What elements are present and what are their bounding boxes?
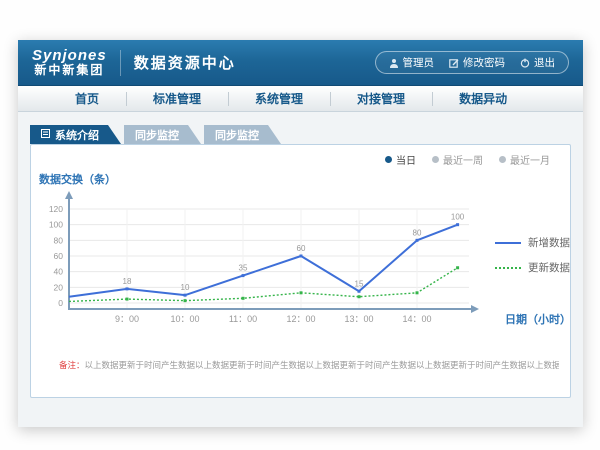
radio-last-week-label: 最近一周 xyxy=(443,152,483,167)
radio-dot-icon xyxy=(432,156,439,163)
logout-button[interactable]: 退出 xyxy=(520,55,555,70)
svg-text:0: 0 xyxy=(58,298,63,308)
svg-text:18: 18 xyxy=(123,277,132,286)
svg-text:11：00: 11：00 xyxy=(229,314,257,324)
radio-last-week[interactable]: 最近一周 xyxy=(432,152,483,167)
user-button-label: 管理员 xyxy=(403,55,435,70)
logo-text-en: Synjones xyxy=(32,48,107,65)
svg-text:100: 100 xyxy=(49,220,63,230)
power-icon xyxy=(520,58,530,68)
footnote: 备注：以上数据更新于时间产生数据以上数据更新于时间产生数据以上数据更新于时间产生… xyxy=(59,359,559,371)
tab-sync-monitor-2[interactable]: 同步监控 xyxy=(204,125,281,144)
svg-text:60: 60 xyxy=(54,251,64,261)
radio-last-month[interactable]: 最近一月 xyxy=(499,152,550,167)
document-icon xyxy=(41,129,50,141)
nav-item-system-mgmt[interactable]: 系统管理 xyxy=(228,86,330,112)
y-axis-label: 数据交换（条） xyxy=(39,171,116,187)
tab-bar: 系统介绍 同步监控 同步监控 xyxy=(30,125,583,144)
tab-label: 同步监控 xyxy=(135,127,179,143)
tab-label: 系统介绍 xyxy=(55,127,99,143)
legend-line-solid-icon xyxy=(495,242,521,244)
user-button[interactable]: 管理员 xyxy=(389,55,435,70)
app-title: 数据资源中心 xyxy=(134,52,236,73)
svg-text:12：00: 12：00 xyxy=(286,314,315,324)
main-nav: 首页 标准管理 系统管理 对接管理 数据异动 xyxy=(18,86,583,112)
user-menu: 管理员 修改密码 退出 xyxy=(375,51,570,74)
footnote-prefix: 备注： xyxy=(59,360,85,370)
page: Synjones 新中新集团 数据资源中心 管理员 修改密码 退出 xyxy=(0,0,600,450)
radio-today[interactable]: 当日 xyxy=(385,152,416,167)
svg-text:40: 40 xyxy=(54,267,64,277)
header-divider xyxy=(120,50,121,76)
radio-today-label: 当日 xyxy=(396,152,416,167)
user-icon xyxy=(389,58,399,68)
edit-icon xyxy=(449,58,459,68)
svg-text:80: 80 xyxy=(413,228,422,237)
tab-system-intro[interactable]: 系统介绍 xyxy=(30,125,121,144)
svg-text:100: 100 xyxy=(451,213,465,222)
logo[interactable]: Synjones 新中新集团 xyxy=(32,48,107,78)
app-header: Synjones 新中新集团 数据资源中心 管理员 修改密码 退出 xyxy=(18,40,583,86)
nav-item-home[interactable]: 首页 xyxy=(48,86,126,112)
change-password-label: 修改密码 xyxy=(463,55,505,70)
content-panel: 当日 最近一周 最近一月 数据交换（条） 0 20 40 60 80 100 120 9：00… xyxy=(30,144,571,398)
tab-sync-monitor-1[interactable]: 同步监控 xyxy=(124,125,201,144)
logout-label: 退出 xyxy=(534,55,555,70)
nav-item-interface-mgmt[interactable]: 对接管理 xyxy=(330,86,432,112)
x-axis-label: 日期（小时） xyxy=(505,311,570,327)
legend-item-updated-data: 更新数据 xyxy=(495,260,570,275)
legend-label-new-data: 新增数据 xyxy=(528,235,570,250)
svg-text:10: 10 xyxy=(181,283,190,292)
svg-text:120: 120 xyxy=(49,204,63,214)
legend-line-dotted-icon xyxy=(495,267,521,269)
change-password-button[interactable]: 修改密码 xyxy=(449,55,505,70)
svg-text:10：00: 10：00 xyxy=(170,314,199,324)
nav-item-data-change[interactable]: 数据异动 xyxy=(432,86,534,112)
legend-item-new-data: 新增数据 xyxy=(495,235,570,250)
nav-item-standard-mgmt[interactable]: 标准管理 xyxy=(126,86,228,112)
app-window: Synjones 新中新集团 数据资源中心 管理员 修改密码 退出 xyxy=(18,40,583,427)
svg-text:14：00: 14：00 xyxy=(402,314,431,324)
chart-legend: 新增数据 更新数据 xyxy=(495,235,570,285)
svg-text:60: 60 xyxy=(297,244,306,253)
line-chart[interactable]: 0 20 40 60 80 100 120 9：00 10：00 11：00 12：00 13：00 1… xyxy=(33,189,493,329)
svg-text:15: 15 xyxy=(355,279,364,288)
radio-dot-icon xyxy=(385,156,392,163)
radio-dot-icon xyxy=(499,156,506,163)
footnote-text: 以上数据更新于时间产生数据以上数据更新于时间产生数据以上数据更新于时间产生数据以… xyxy=(85,360,559,370)
svg-text:20: 20 xyxy=(54,282,64,292)
logo-text-cn: 新中新集团 xyxy=(32,64,107,77)
radio-last-month-label: 最近一月 xyxy=(510,152,550,167)
svg-text:13：00: 13：00 xyxy=(344,314,373,324)
tab-label: 同步监控 xyxy=(215,127,259,143)
svg-text:35: 35 xyxy=(239,264,248,273)
legend-label-updated-data: 更新数据 xyxy=(528,260,570,275)
time-range-filter: 当日 最近一周 最近一月 xyxy=(385,152,550,167)
svg-text:9：00: 9：00 xyxy=(115,314,139,324)
svg-text:80: 80 xyxy=(54,235,64,245)
